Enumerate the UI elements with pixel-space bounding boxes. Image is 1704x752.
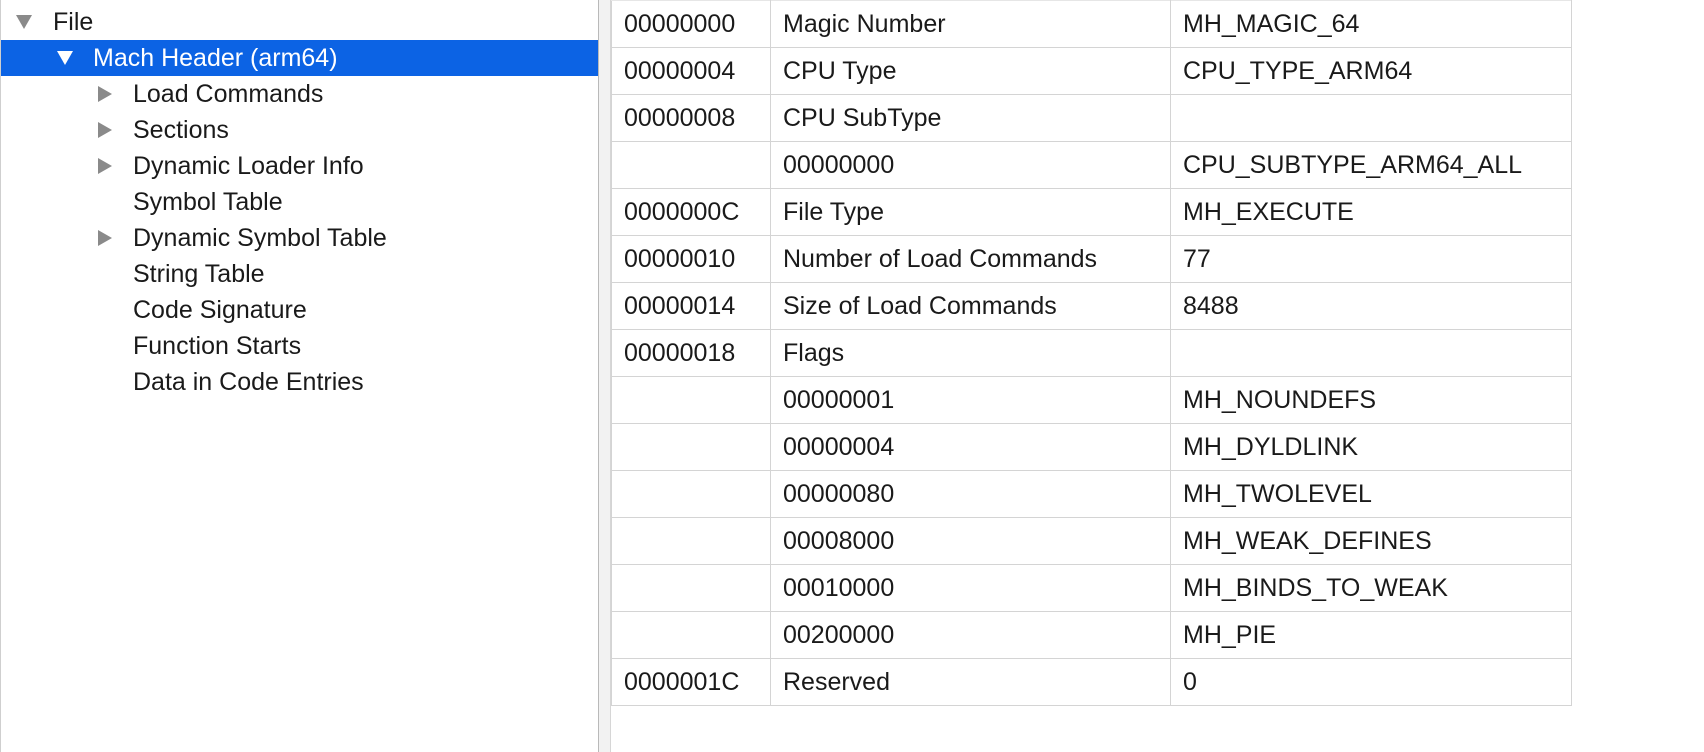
tree-item-string-table[interactable]: String Table xyxy=(1,256,599,292)
description-cell: MH_BINDS_TO_WEAK xyxy=(1170,564,1572,612)
data-cell: Magic Number xyxy=(770,0,1171,48)
tree-item-sections[interactable]: Sections xyxy=(1,112,599,148)
disclosure-right-icon[interactable] xyxy=(93,220,117,256)
table-row[interactable]: 00010000 MH_BINDS_TO_WEAK xyxy=(611,564,1572,612)
offset-cell xyxy=(611,141,771,189)
disclosure-right-icon[interactable] xyxy=(93,112,117,148)
disclosure-right-icon[interactable] xyxy=(93,148,117,184)
tree-item-data-in-code-entries[interactable]: Data in Code Entries xyxy=(1,364,599,400)
disclosure-down-icon[interactable] xyxy=(53,40,77,76)
app-window: File Mach Header (arm64) Load Commands S… xyxy=(0,0,1704,752)
data-cell: 00200000 xyxy=(770,611,1171,659)
tree-item-label: String Table xyxy=(133,260,265,288)
data-cell: Reserved xyxy=(770,658,1171,706)
tree-item-code-signature[interactable]: Code Signature xyxy=(1,292,599,328)
data-cell: 00000000 xyxy=(770,141,1171,189)
data-cell: Size of Load Commands xyxy=(770,282,1171,330)
offset-cell: 00000014 xyxy=(611,282,771,330)
tree-item-label: Data in Code Entries xyxy=(133,368,364,396)
description-cell: MH_NOUNDEFS xyxy=(1170,376,1572,424)
table-row[interactable]: 0000001C Reserved 0 xyxy=(611,658,1572,706)
split-view-divider[interactable] xyxy=(598,0,611,752)
table-row[interactable]: 00000000 CPU_SUBTYPE_ARM64_ALL xyxy=(611,141,1572,189)
description-cell: CPU_SUBTYPE_ARM64_ALL xyxy=(1170,141,1572,189)
description-cell: MH_DYLDLINK xyxy=(1170,423,1572,471)
offset-cell xyxy=(611,517,771,565)
tree-item-dynamic-symbol-table[interactable]: Dynamic Symbol Table xyxy=(1,220,599,256)
detail-table-pane[interactable]: 00000000 Magic Number MH_MAGIC_64 000000… xyxy=(611,0,1704,752)
offset-cell: 0000000C xyxy=(611,188,771,236)
description-cell: MH_EXECUTE xyxy=(1170,188,1572,236)
table-row[interactable]: 00008000 MH_WEAK_DEFINES xyxy=(611,517,1572,565)
data-cell: 00000080 xyxy=(770,470,1171,518)
tree-item-label: Sections xyxy=(133,116,229,144)
description-cell: MH_PIE xyxy=(1170,611,1572,659)
offset-cell: 00000004 xyxy=(611,47,771,95)
tree-item-file[interactable]: File xyxy=(1,4,599,40)
offset-cell: 00000018 xyxy=(611,329,771,377)
tree-item-symbol-table[interactable]: Symbol Table xyxy=(1,184,599,220)
tree-item-label: File xyxy=(53,8,94,36)
tree-item-label: Code Signature xyxy=(133,296,307,324)
disclosure-down-icon[interactable] xyxy=(12,4,36,40)
tree-item-label: Dynamic Loader Info xyxy=(133,152,364,180)
table-row[interactable]: 00000008 CPU SubType xyxy=(611,94,1572,142)
data-cell: 00010000 xyxy=(770,564,1171,612)
data-cell: 00000004 xyxy=(770,423,1171,471)
tree-item-label: Mach Header (arm64) xyxy=(93,44,338,72)
data-cell: Number of Load Commands xyxy=(770,235,1171,283)
table-row[interactable]: 00000004 CPU Type CPU_TYPE_ARM64 xyxy=(611,47,1572,95)
offset-cell: 0000001C xyxy=(611,658,771,706)
offset-cell xyxy=(611,470,771,518)
tree-item-label: Load Commands xyxy=(133,80,324,108)
offset-cell: 00000010 xyxy=(611,235,771,283)
tree-item-load-commands[interactable]: Load Commands xyxy=(1,76,599,112)
disclosure-right-icon[interactable] xyxy=(93,76,117,112)
data-cell: 00008000 xyxy=(770,517,1171,565)
tree-item-label: Function Starts xyxy=(133,332,302,360)
offset-cell xyxy=(611,564,771,612)
data-cell: CPU SubType xyxy=(770,94,1171,142)
outline-tree[interactable]: File Mach Header (arm64) Load Commands S… xyxy=(0,0,600,752)
description-cell: MH_TWOLEVEL xyxy=(1170,470,1572,518)
table-row[interactable]: 00000004 MH_DYLDLINK xyxy=(611,423,1572,471)
tree-item-mach-header[interactable]: Mach Header (arm64) xyxy=(1,40,599,76)
table-row[interactable]: 00000014 Size of Load Commands 8488 xyxy=(611,282,1572,330)
description-cell xyxy=(1170,329,1572,377)
table-row[interactable]: 00000018 Flags xyxy=(611,329,1572,377)
description-cell xyxy=(1170,94,1572,142)
description-cell: MH_WEAK_DEFINES xyxy=(1170,517,1572,565)
table-row[interactable]: 00000010 Number of Load Commands 77 xyxy=(611,235,1572,283)
description-cell: 8488 xyxy=(1170,282,1572,330)
offset-cell xyxy=(611,611,771,659)
table-row[interactable]: 00000001 MH_NOUNDEFS xyxy=(611,376,1572,424)
tree-item-label: Dynamic Symbol Table xyxy=(133,224,387,252)
table-row[interactable]: 00000000 Magic Number MH_MAGIC_64 xyxy=(611,0,1572,48)
mach-header-table: 00000000 Magic Number MH_MAGIC_64 000000… xyxy=(611,0,1572,706)
data-cell: File Type xyxy=(770,188,1171,236)
description-cell: CPU_TYPE_ARM64 xyxy=(1170,47,1572,95)
table-row[interactable]: 0000000C File Type MH_EXECUTE xyxy=(611,188,1572,236)
table-row[interactable]: 00200000 MH_PIE xyxy=(611,611,1572,659)
description-cell: 0 xyxy=(1170,658,1572,706)
description-cell: 77 xyxy=(1170,235,1572,283)
data-cell: 00000001 xyxy=(770,376,1171,424)
data-cell: CPU Type xyxy=(770,47,1171,95)
description-cell: MH_MAGIC_64 xyxy=(1170,0,1572,48)
offset-cell xyxy=(611,376,771,424)
table-row[interactable]: 00000080 MH_TWOLEVEL xyxy=(611,470,1572,518)
offset-cell xyxy=(611,423,771,471)
tree-item-dynamic-loader-info[interactable]: Dynamic Loader Info xyxy=(1,148,599,184)
offset-cell: 00000008 xyxy=(611,94,771,142)
tree-item-label: Symbol Table xyxy=(133,188,283,216)
tree-item-function-starts[interactable]: Function Starts xyxy=(1,328,599,364)
offset-cell: 00000000 xyxy=(611,0,771,48)
data-cell: Flags xyxy=(770,329,1171,377)
